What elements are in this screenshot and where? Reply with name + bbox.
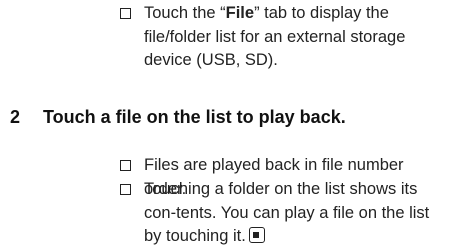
step-text: Touch a file on the list to play back. xyxy=(43,107,346,127)
step-2: 2 Touch a file on the list to play back. xyxy=(10,105,450,129)
checkbox-bullet-icon xyxy=(120,184,131,195)
step-number: 2 xyxy=(10,107,21,127)
checkbox-bullet-icon xyxy=(120,160,131,171)
note-folder-text: Touching a folder on the list shows its … xyxy=(144,180,430,245)
end-of-section-icon xyxy=(248,227,265,243)
note-file-tab: Touch the “File” tab to display the file… xyxy=(120,2,450,73)
checkbox-bullet-icon xyxy=(120,8,131,19)
note-prefix: Touch the “ xyxy=(144,4,226,22)
note-text: Touching a folder on the list shows its … xyxy=(144,178,450,249)
note-text: Touch the “File” tab to display the file… xyxy=(144,2,450,73)
file-tab-name: File xyxy=(225,4,255,22)
manual-page: Touch the “File” tab to display the file… xyxy=(0,0,458,245)
note-folder: Touching a folder on the list shows its … xyxy=(120,178,450,249)
